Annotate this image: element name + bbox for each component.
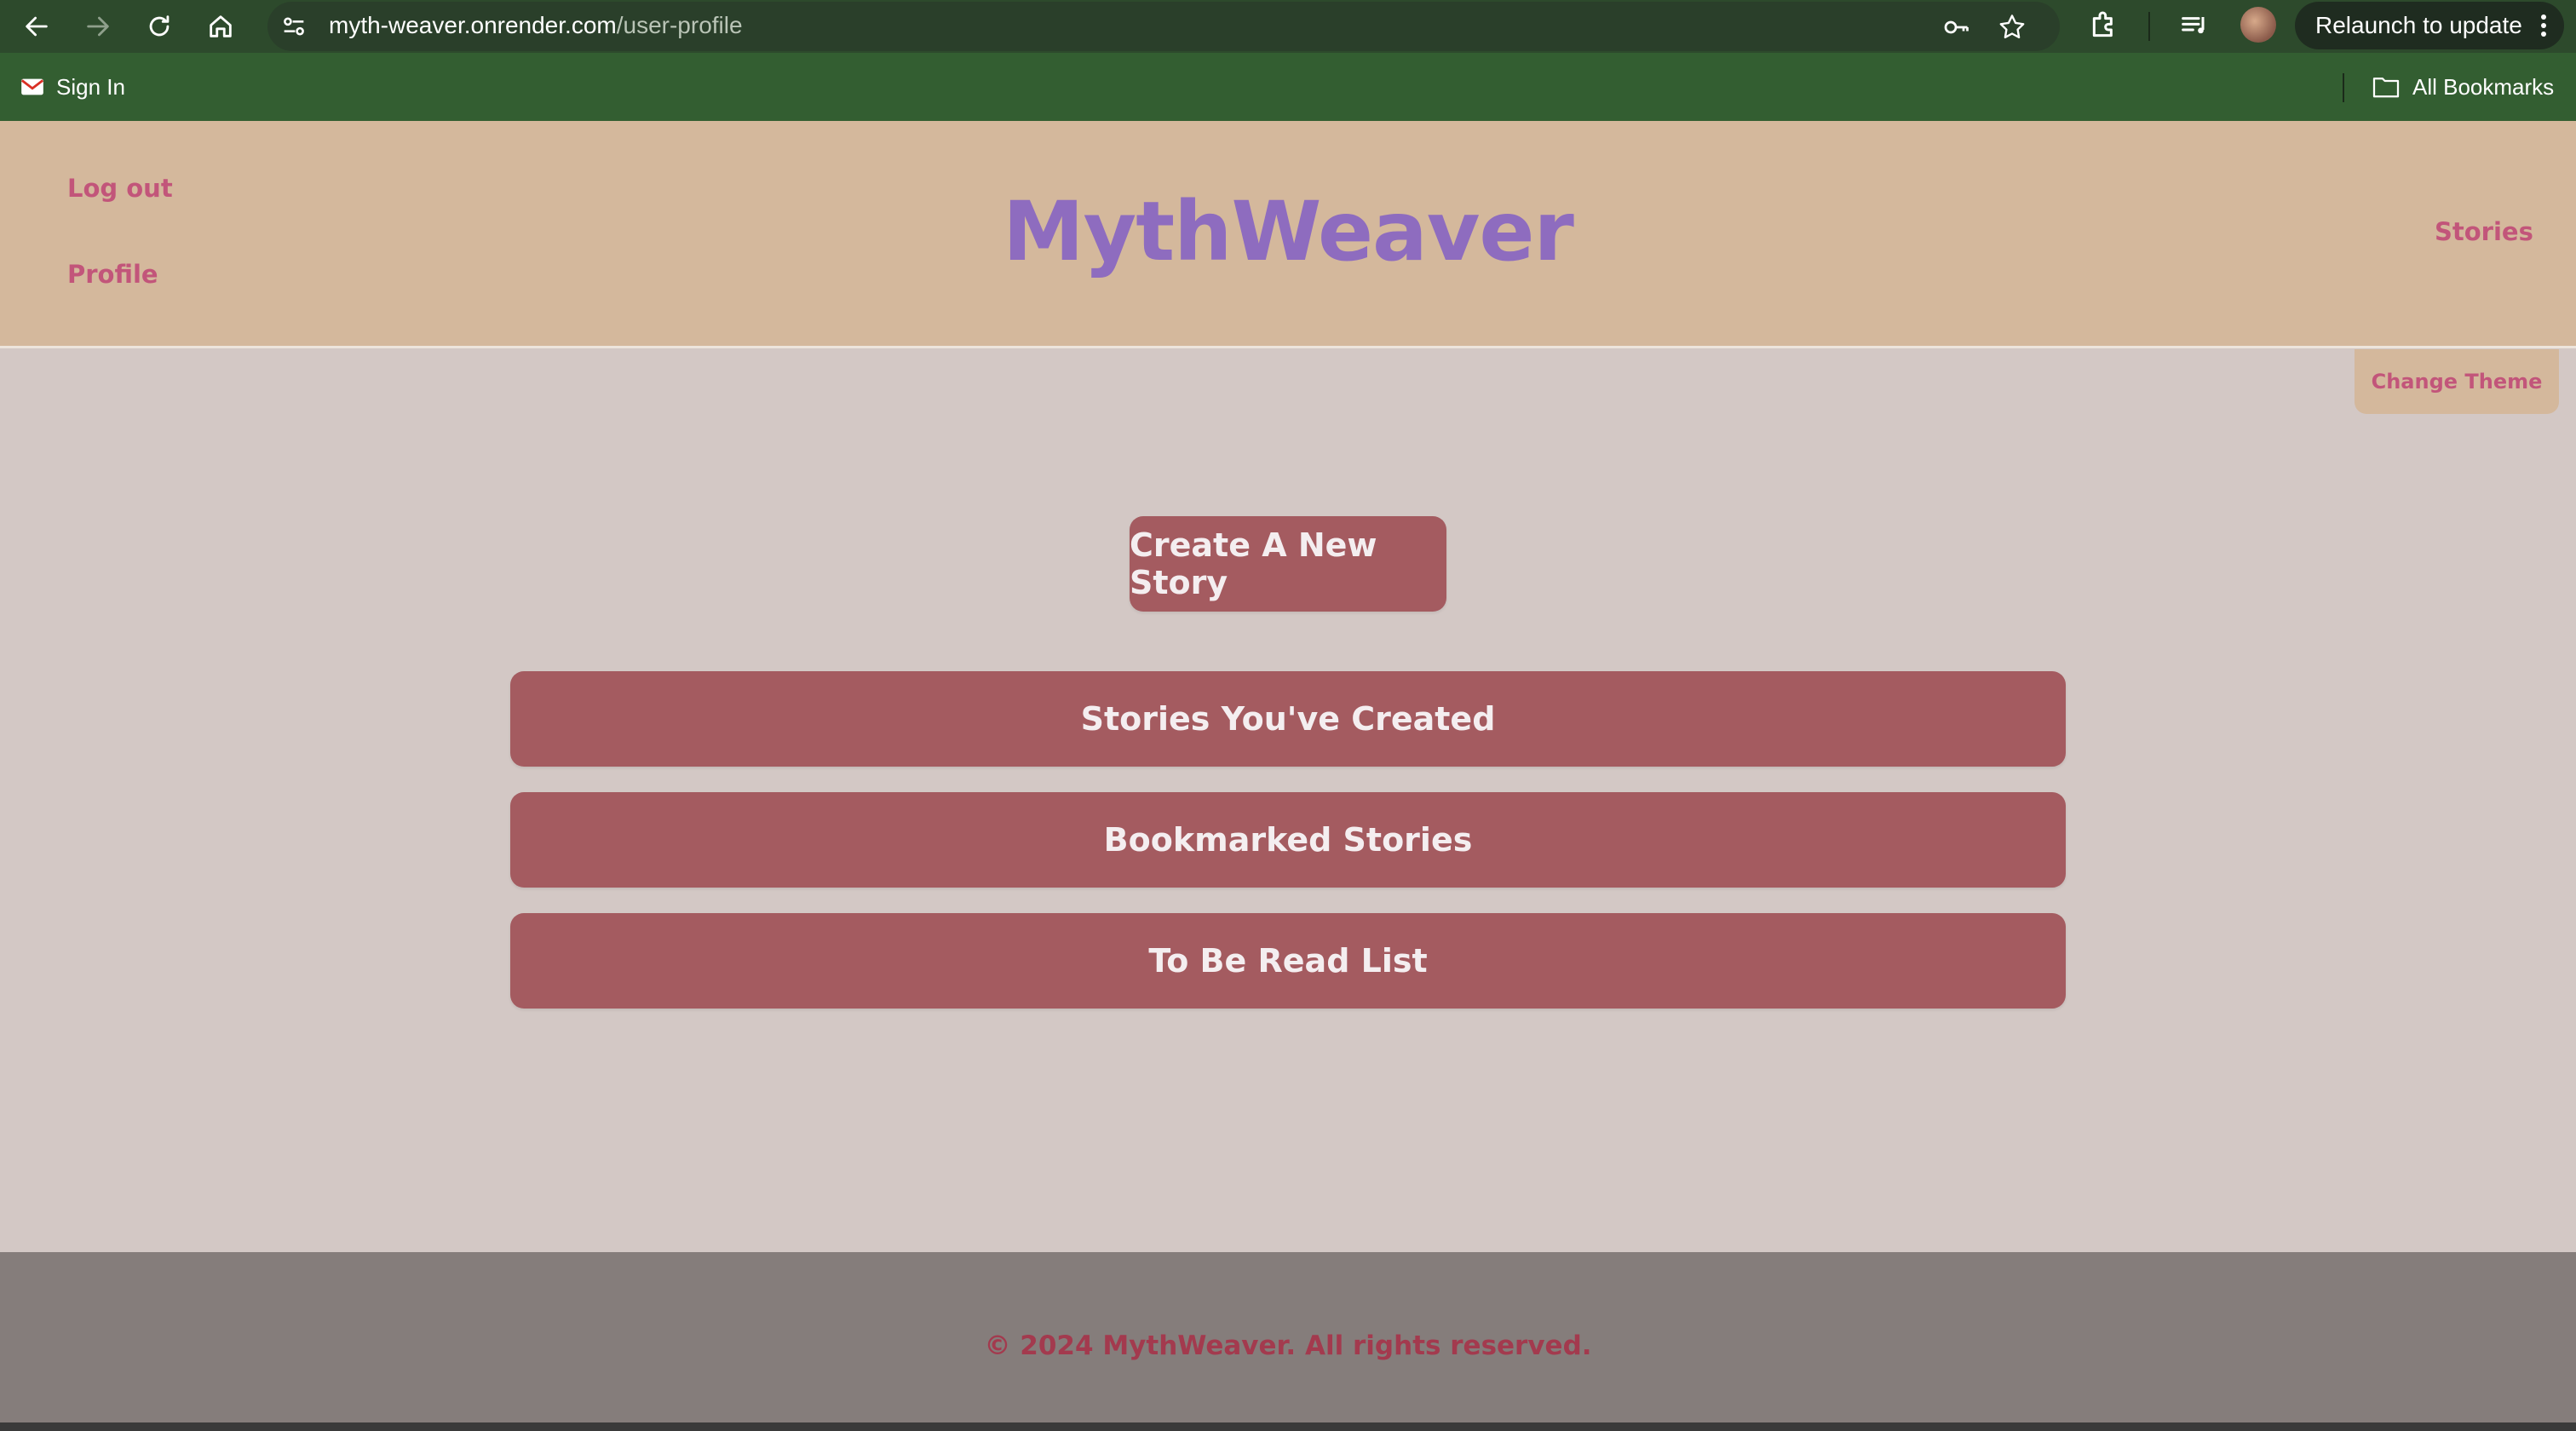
bookmarks-bar: Sign In All Bookmarks	[0, 53, 2576, 121]
all-bookmarks-button[interactable]: All Bookmarks	[2372, 72, 2554, 102]
site-settings-icon[interactable]	[279, 12, 308, 41]
url-text[interactable]: myth-weaver.onrender.com/user-profile	[329, 12, 743, 39]
password-key-icon[interactable]	[1941, 12, 1971, 43]
stories-link[interactable]: Stories	[2435, 217, 2533, 246]
home-button[interactable]	[199, 5, 242, 48]
relaunch-label: Relaunch to update	[2315, 12, 2522, 38]
to-be-read-button[interactable]: To Be Read List	[510, 913, 2066, 1009]
bookmark-sign-in[interactable]: Sign In	[20, 72, 125, 102]
browser-toolbar: myth-weaver.onrender.com/user-profile Re…	[0, 0, 2576, 53]
extensions-puzzle-icon[interactable]	[2087, 9, 2121, 43]
url-domain: myth-weaver.onrender.com	[329, 12, 617, 38]
copyright-text: © 2024 MythWeaver. All rights reserved.	[984, 1330, 1592, 1361]
relaunch-button[interactable]: Relaunch to update	[2295, 2, 2564, 49]
address-bar[interactable]: myth-weaver.onrender.com/user-profile	[267, 2, 2060, 51]
back-button[interactable]	[15, 5, 58, 48]
bookmarks-divider	[2343, 73, 2344, 102]
site-header: Log out Profile MythWeaver Stories	[0, 121, 2576, 348]
arrow-left-icon	[26, 16, 48, 37]
media-queue-icon[interactable]	[2177, 9, 2211, 43]
bookmark-star-icon[interactable]	[1997, 12, 2027, 43]
site-footer: © 2024 MythWeaver. All rights reserved.	[0, 1252, 2576, 1422]
toolbar-divider	[2148, 12, 2150, 41]
reload-icon	[149, 15, 170, 37]
arrow-right-icon	[87, 16, 109, 37]
window-bottom-edge	[0, 1422, 2576, 1431]
all-bookmarks-label: All Bookmarks	[2412, 73, 2555, 100]
folder-icon	[2372, 78, 2400, 98]
site-logo[interactable]: MythWeaver	[0, 184, 2576, 279]
bookmark-sign-in-label: Sign In	[56, 73, 125, 100]
url-path: /user-profile	[616, 12, 743, 38]
change-theme-button[interactable]: Change Theme	[2355, 349, 2559, 414]
stories-created-button[interactable]: Stories You've Created	[510, 671, 2066, 767]
profile-avatar[interactable]	[2240, 7, 2276, 43]
create-story-button[interactable]: Create A New Story	[1130, 516, 1446, 612]
reload-button[interactable]	[138, 5, 181, 48]
more-menu-icon[interactable]	[2540, 14, 2547, 37]
gmail-icon	[20, 78, 44, 95]
forward-button[interactable]	[77, 5, 119, 48]
home-icon	[210, 15, 232, 37]
bookmarked-stories-button[interactable]: Bookmarked Stories	[510, 792, 2066, 888]
